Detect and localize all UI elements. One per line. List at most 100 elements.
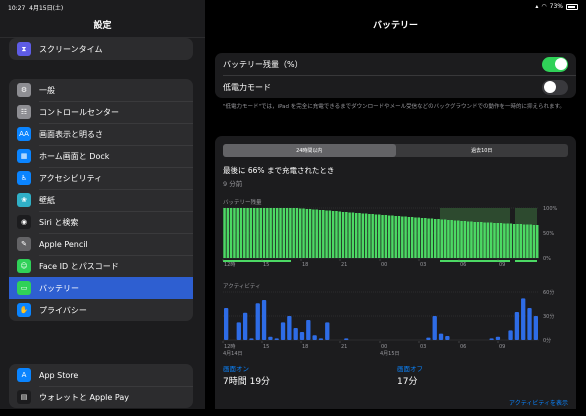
- activity-bar: [495, 336, 501, 340]
- sidebar-group-1: ⧗ スクリーンタイム: [9, 38, 193, 60]
- battery-level-bar: [351, 212, 355, 258]
- battery-level-bar: [236, 208, 239, 258]
- battery-level-bar: [483, 222, 486, 258]
- battery-level-bar: [345, 212, 348, 258]
- sidebar-item-text-size[interactable]: AA 画面表示と明るさ: [9, 123, 193, 145]
- sidebar-group-3: A App Store ▤ ウォレットと Apple Pay: [9, 364, 193, 408]
- sidebar-item-switches[interactable]: ☷ コントロールセンター: [9, 101, 193, 123]
- sidebar-item-hourglass[interactable]: ⧗ スクリーンタイム: [9, 38, 193, 60]
- battery-level-bar: [295, 208, 299, 258]
- x-tick-label: 06: [460, 262, 466, 268]
- sidebar-item-battery[interactable]: ▭ バッテリー: [9, 277, 193, 299]
- battery-level-bar: [315, 209, 318, 258]
- activity-bar: [527, 308, 532, 340]
- battery-level-bar: [341, 212, 345, 258]
- app-store-icon: A: [17, 368, 31, 382]
- battery-level-bar: [289, 208, 292, 258]
- battery-level-bar: [529, 224, 532, 258]
- tab-24-hours[interactable]: 24時間以内: [223, 144, 396, 157]
- text-size-icon: AA: [17, 127, 31, 141]
- sidebar-item-label: App Store: [39, 370, 79, 380]
- show-activity-link[interactable]: アクティビティを表示: [509, 398, 568, 407]
- battery-percentage-label: バッテリー残量（%）: [223, 59, 303, 69]
- activity-y-tick: 30分: [543, 313, 554, 320]
- tab-10-days[interactable]: 過去10日: [396, 144, 569, 157]
- x-tick-label: 15: [263, 262, 269, 268]
- activity-bar: [274, 338, 279, 340]
- activity-bar: [521, 298, 526, 340]
- battery-level-bar: [486, 222, 490, 258]
- activity-bar: [432, 316, 437, 340]
- battery-icon: ▭: [17, 281, 31, 295]
- settings-sidebar: 設定 ⧗ スクリーンタイム ⚙ 一般 ☷ コントロールセンター AA 画面表示と明るさ ▦ ホー…: [0, 0, 205, 409]
- battery-level-bar: [460, 221, 463, 258]
- battery-level-bar: [348, 212, 351, 258]
- sidebar-item-label: バッテリー: [39, 283, 79, 293]
- activity-bar: [426, 337, 431, 340]
- battery-level-bar: [433, 219, 437, 258]
- sidebar-item-accessibility[interactable]: ♿ アクセシビリティ: [9, 167, 193, 189]
- sidebar-item-app-store[interactable]: A App Store: [9, 364, 193, 386]
- battery-level-bar: [509, 223, 513, 258]
- battery-status-icon: [566, 3, 578, 10]
- battery-usage-card: 24時間以内 過去10日 最後に 66% まで充電されたとき 9 分前 バッテリ…: [215, 136, 576, 409]
- battery-level-bar: [354, 213, 358, 258]
- battery-level-bar: [272, 208, 276, 258]
- sidebar-item-face-id[interactable]: ☺ Face ID とパスコード: [9, 255, 193, 277]
- activity-bar: [445, 336, 450, 340]
- sidebar-item-label: Siri と検索: [39, 217, 79, 227]
- battery-level-bar: [450, 220, 453, 258]
- battery-level-bar: [503, 223, 506, 258]
- battery-level-bar: [476, 222, 480, 258]
- wallet-icon: ▤: [17, 390, 31, 404]
- battery-level-bar: [420, 218, 424, 258]
- battery-level-bar: [364, 213, 368, 258]
- battery-level-bar: [417, 217, 420, 258]
- x-tick-label: 18: [302, 262, 308, 268]
- battery-level-bar: [266, 208, 269, 258]
- battery-level-bar: [384, 215, 388, 258]
- battery-level-bar: [358, 213, 361, 258]
- sidebar-item-grid[interactable]: ▦ ホーム画面と Dock: [9, 145, 193, 167]
- sidebar-item-siri[interactable]: ◉ Siri と検索: [9, 211, 193, 233]
- activity-bar: [268, 336, 273, 340]
- battery-level-bar: [279, 208, 282, 258]
- grid-icon: ▦: [17, 149, 31, 163]
- x-tick-label: 03: [420, 344, 426, 350]
- sidebar-item-gear[interactable]: ⚙ 一般: [9, 79, 193, 101]
- battery-percentage-toggle[interactable]: [542, 56, 568, 72]
- x-tick-label: 00: [381, 262, 387, 268]
- battery-level-bar: [473, 222, 476, 258]
- battery-level-bar: [252, 208, 256, 258]
- sidebar-item-wallpaper[interactable]: ❀ 壁紙: [9, 189, 193, 211]
- battery-level-bar: [282, 208, 286, 258]
- sidebar-item-pencil[interactable]: ✎ Apple Pencil: [9, 233, 193, 255]
- battery-level-bar: [437, 219, 440, 258]
- signal-icon: ▴: [535, 3, 539, 10]
- battery-level-bar: [325, 210, 328, 258]
- activity-bar: [306, 320, 311, 340]
- battery-level-bar: [292, 208, 295, 258]
- battery-level-bar: [512, 224, 516, 258]
- x-tick-label: 12時: [224, 344, 235, 350]
- activity-bar: [255, 303, 260, 340]
- activity-bar: [514, 312, 520, 340]
- level-y-tick: 0%: [543, 256, 551, 262]
- battery-pane: バッテリー バッテリー残量（%） 低電力モード "低電力モード"では，iPad …: [205, 0, 586, 409]
- sidebar-item-wallet[interactable]: ▤ ウォレットと Apple Pay: [9, 386, 193, 408]
- screen-off-label: 画面オフ: [397, 365, 423, 373]
- sidebar-item-label: Apple Pencil: [39, 239, 88, 249]
- activity-bar: [318, 338, 324, 340]
- sidebar-item-label: 壁紙: [39, 195, 55, 205]
- battery-level-bar: [299, 208, 302, 258]
- sidebar-item-label: スクリーンタイム: [39, 44, 103, 54]
- low-power-toggle[interactable]: [542, 79, 568, 95]
- battery-level-bar: [397, 216, 401, 258]
- wallpaper-icon: ❀: [17, 193, 31, 207]
- battery-level-bar: [480, 222, 483, 258]
- activity-y-tick: 60分: [543, 289, 554, 296]
- battery-level-bar: [239, 208, 243, 258]
- sidebar-item-hand[interactable]: ✋ プライバシー: [9, 299, 193, 321]
- status-time: 10:27 4月15日(土): [8, 5, 64, 12]
- battery-level-bar: [414, 217, 417, 258]
